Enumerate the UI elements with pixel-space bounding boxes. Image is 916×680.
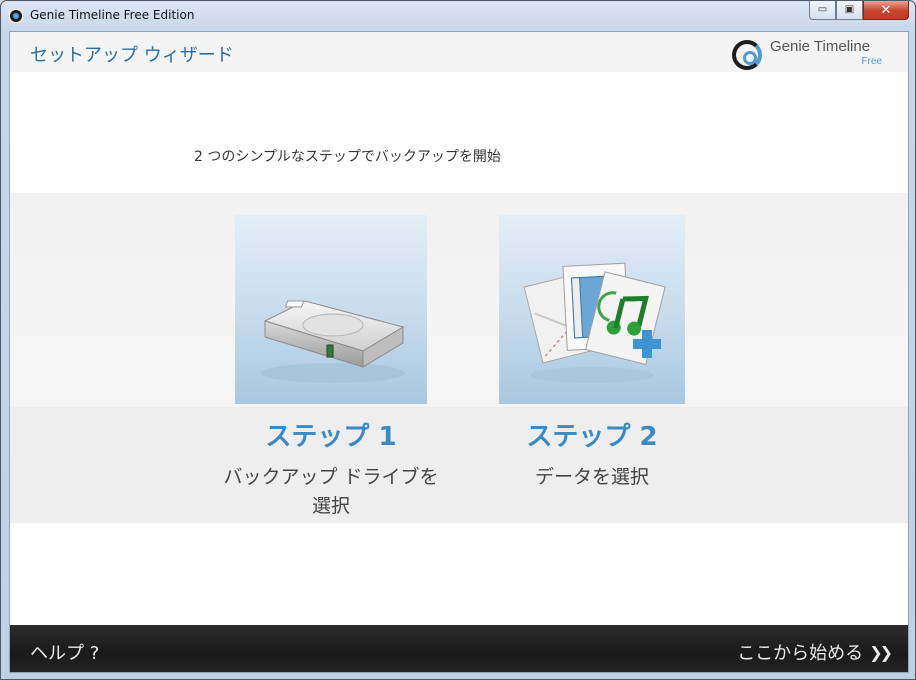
steps-band: ステップ 1 バックアップ ドライブを選択 ステップ 2 データを選択 xyxy=(10,193,908,523)
help-link[interactable]: ヘルプ ? xyxy=(30,639,99,665)
step-1-description[interactable]: バックアップ ドライブを選択 xyxy=(215,463,447,521)
wizard-footer: ヘルプ ? ここから始める ❯❯ xyxy=(10,625,908,672)
maximize-button[interactable]: ▣ xyxy=(836,1,863,20)
step-1-card[interactable]: ステップ 1 バックアップ ドライブを選択 xyxy=(223,215,439,521)
logo-edition: Free xyxy=(861,56,882,67)
app-window: Genie Timeline Free Edition ▭ ▣ ✕ セットアップ… xyxy=(0,0,916,680)
step-1-label[interactable]: ステップ 1 xyxy=(235,416,427,453)
close-button[interactable]: ✕ xyxy=(863,1,909,20)
app-icon[interactable] xyxy=(8,8,24,24)
start-button[interactable]: ここから始める ❯❯ xyxy=(737,639,893,665)
step-2-card[interactable]: ステップ 2 データを選択 xyxy=(499,215,685,492)
title-bar[interactable]: Genie Timeline Free Edition ▭ ▣ ✕ xyxy=(1,1,915,30)
logo-name: Genie Timeline xyxy=(770,38,871,55)
logo-mark-icon xyxy=(732,40,762,70)
files-add-icon[interactable] xyxy=(499,215,685,404)
hard-drive-icon[interactable] xyxy=(235,215,427,404)
minimize-button[interactable]: ▭ xyxy=(809,1,836,20)
genie-timeline-logo: Genie Timeline Free xyxy=(732,36,882,70)
page-title: セットアップ ウィザード xyxy=(30,45,234,66)
step-2-description[interactable]: データを選択 xyxy=(489,463,695,492)
window-title: Genie Timeline Free Edition xyxy=(30,8,195,22)
caption-buttons: ▭ ▣ ✕ xyxy=(809,1,909,21)
steps-band-lower xyxy=(10,407,908,523)
step-2-label[interactable]: ステップ 2 xyxy=(499,416,685,453)
intro-text: 2 つのシンプルなステップでバックアップを開始 xyxy=(194,149,501,165)
wizard-client-area: セットアップ ウィザード Genie Timeline Free 2 つのシンプ… xyxy=(9,31,909,673)
wizard-header: セットアップ ウィザード Genie Timeline Free xyxy=(10,32,908,72)
start-label[interactable]: ここから始める xyxy=(737,639,863,665)
double-chevron-right-icon[interactable]: ❯❯ xyxy=(869,643,893,662)
